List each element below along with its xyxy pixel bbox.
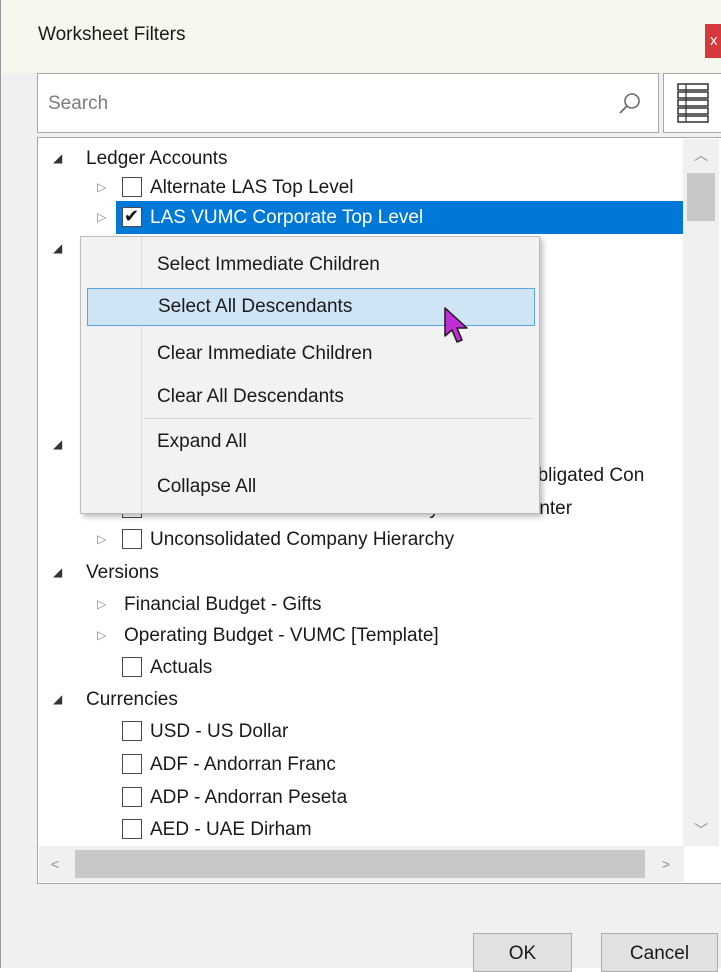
close-button[interactable]: x [705, 24, 721, 58]
menu-item-clear-all-descendants[interactable]: Clear All Descendants [141, 378, 535, 416]
menu-item-collapse-all[interactable]: Collapse All [141, 468, 535, 506]
collapsed-arrow-icon[interactable]: ▷ [97, 588, 111, 621]
collapsed-arrow-icon[interactable]: ▷ [97, 619, 111, 652]
checkbox[interactable] [122, 529, 142, 549]
list-view-icon [677, 83, 709, 123]
scroll-right-icon[interactable]: > [650, 846, 682, 882]
search-box[interactable] [37, 73, 659, 133]
checkbox[interactable] [122, 754, 142, 774]
horizontal-scrollbar[interactable]: < > [39, 846, 684, 882]
horizontal-scroll-thumb[interactable] [75, 850, 645, 878]
checkbox[interactable] [122, 721, 142, 741]
cancel-button[interactable]: Cancel [601, 933, 718, 972]
expanded-arrow-icon[interactable]: ◢ [53, 232, 67, 265]
context-menu: Select Immediate Children Select All Des… [80, 236, 540, 514]
menu-item-select-immediate-children[interactable]: Select Immediate Children [141, 246, 535, 284]
context-menu-gutter [81, 237, 142, 513]
mouse-pointer-icon [444, 307, 468, 343]
checkbox-checked[interactable] [122, 200, 142, 233]
collapsed-arrow-icon[interactable]: ▷ [97, 201, 111, 234]
scroll-left-icon[interactable]: < [39, 846, 71, 882]
expanded-arrow-icon[interactable]: ◢ [53, 683, 67, 716]
checkbox[interactable] [122, 819, 142, 839]
vertical-scroll-thumb[interactable] [687, 173, 715, 221]
scroll-up-icon[interactable]: ︿ [683, 139, 719, 171]
menu-separator [145, 418, 533, 419]
checkbox[interactable] [122, 177, 142, 197]
view-toggle-button[interactable] [663, 73, 721, 133]
ok-button[interactable]: OK [473, 933, 572, 972]
expanded-arrow-icon[interactable]: ◢ [53, 428, 67, 461]
vertical-scrollbar[interactable]: ︿ ﹀ [683, 139, 719, 846]
collapsed-arrow-icon[interactable]: ▷ [97, 171, 111, 204]
expanded-arrow-icon[interactable]: ◢ [53, 142, 67, 175]
collapsed-arrow-icon[interactable]: ▷ [97, 523, 111, 556]
checkbox[interactable] [122, 787, 142, 807]
title-bar: Worksheet Filters x [1, 0, 721, 73]
expanded-arrow-icon[interactable]: ◢ [53, 556, 67, 589]
search-icon[interactable] [616, 90, 644, 118]
scroll-down-icon[interactable]: ﹀ [683, 814, 719, 846]
worksheet-filters-dialog: Worksheet Filters x ◢ Ledger Accounts ▷ [0, 0, 721, 972]
menu-item-expand-all[interactable]: Expand All [141, 423, 535, 461]
dialog-title: Worksheet Filters [38, 24, 186, 45]
checkbox[interactable] [122, 657, 142, 677]
search-input[interactable] [46, 88, 610, 120]
